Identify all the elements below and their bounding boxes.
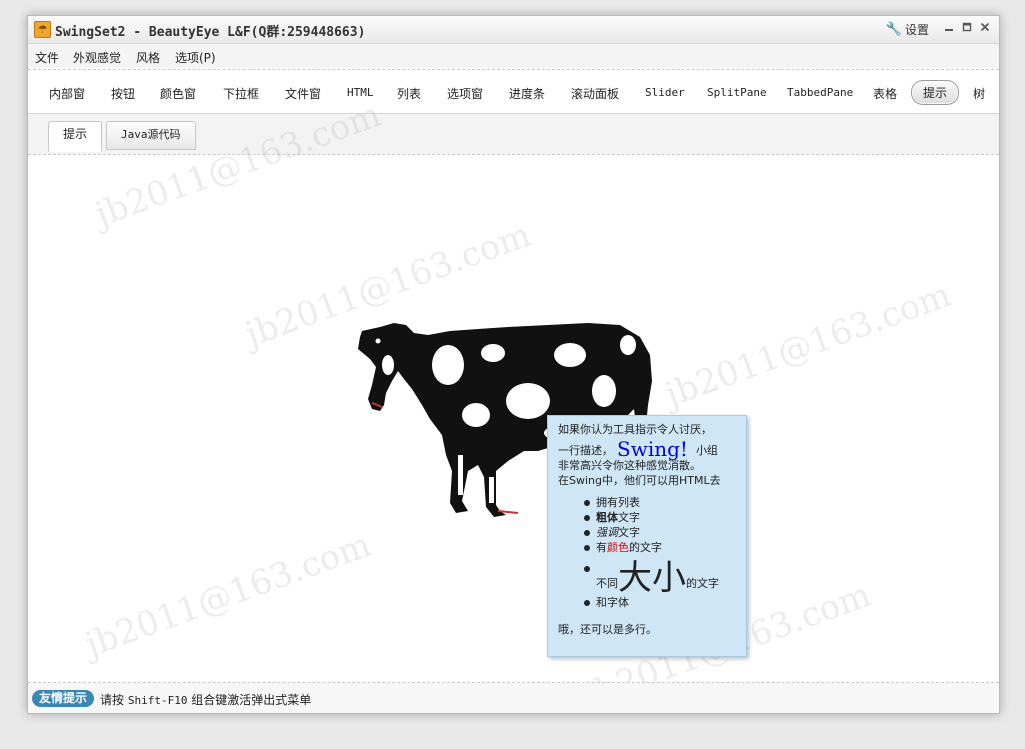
list-item: 不同大小的文字 <box>584 558 746 598</box>
tooltip-text: 一行描述， <box>558 444 613 457</box>
list-item: 强调文字 <box>584 525 746 540</box>
status-text-pre: 请按 <box>100 693 125 707</box>
menu-look-and-feel[interactable]: 外观感觉 <box>73 49 121 66</box>
colored-text: 颜色 <box>607 541 629 554</box>
watermark: jb2011@163.com <box>660 274 957 416</box>
minimize-icon[interactable] <box>941 20 957 36</box>
tooltip-text: 的文字 <box>686 577 719 590</box>
tab-internal-frame[interactable]: 内部窗 <box>49 85 85 102</box>
tab-file-chooser[interactable]: 文件窗 <box>285 85 321 102</box>
demo-content: jb2011@163.com jb2011@163.com jb2011@163… <box>28 95 999 713</box>
html-tooltip: 如果你认为工具指示令人讨厌， 一行描述， Swing! 小组 非常高兴令你这种感觉消… <box>547 415 747 657</box>
status-bar: 友情提示 请按 Shift-F10 组合键激活弹出式菜单 <box>28 683 999 713</box>
subtab-demo[interactable]: 提示 <box>48 121 103 152</box>
tooltip-text: 文字 <box>618 526 640 539</box>
tooltip-text: 小组 <box>695 444 718 457</box>
tab-option-pane[interactable]: 选项窗 <box>447 85 483 102</box>
menu-divider <box>28 69 999 70</box>
tooltip-text: 的文字 <box>629 541 662 554</box>
tab-tooltip[interactable]: 提示 <box>911 80 960 105</box>
tab-scroll-pane[interactable]: 滚动面板 <box>571 85 619 102</box>
big-text: 大小 <box>618 558 686 598</box>
tab-tabbed-pane[interactable]: TabbedPane <box>787 86 853 99</box>
hint-badge: 友情提示 <box>32 690 95 707</box>
tooltip-list: 拥有列表 粗体文字 强调文字 有颜色的文字 不同大小的文字 和字体 <box>584 495 746 610</box>
tab-list[interactable]: 列表 <box>397 85 421 102</box>
maximize-icon[interactable] <box>959 20 975 36</box>
menu-theme[interactable]: 风格 <box>136 49 160 66</box>
tab-color-chooser[interactable]: 颜色窗 <box>160 85 196 102</box>
tooltip-line: 如果你认为工具指示令人讨厌， <box>558 423 712 436</box>
tab-table[interactable]: 表格 <box>873 85 897 102</box>
emphasis-text: 强调 <box>596 526 618 539</box>
app-icon: ☂ <box>34 21 51 38</box>
list-item: 拥有列表 <box>584 495 746 510</box>
tab-progress-bar[interactable]: 进度条 <box>509 85 545 102</box>
tooltip-line: 一行描述， Swing! 小组 <box>558 439 746 459</box>
watermark: jb2011@163.com <box>80 524 377 666</box>
settings-button[interactable]: 🔧 设置 <box>886 21 929 38</box>
tab-combobox[interactable]: 下拉框 <box>223 85 259 102</box>
tooltip-line: 在Swing中，他们可以用HTML去 <box>558 474 721 487</box>
subtab-java-source[interactable]: Java源代码 <box>106 121 196 150</box>
window-title: SwingSet2 - BeautyEye L&F(Q群:259448663) <box>55 25 366 40</box>
list-item: 有颜色的文字 <box>584 540 746 555</box>
wrench-icon: 🔧 <box>885 22 902 37</box>
tab-slider[interactable]: Slider <box>645 86 685 99</box>
subtab-bar: 提示 Java源代码 <box>28 114 999 154</box>
tab-button[interactable]: 按钮 <box>111 85 135 102</box>
close-icon[interactable] <box>977 20 993 36</box>
tab-html[interactable]: HTML <box>347 86 374 99</box>
tooltip-footer: 哦，还可以是多行。 <box>558 623 657 636</box>
tab-tree[interactable]: 树 <box>973 85 985 102</box>
title-bar: ☂ SwingSet2 - BeautyEye L&F(Q群:259448663… <box>28 16 999 44</box>
status-text-post: 组合键激活弹出式菜单 <box>191 693 312 707</box>
demo-toolbar: 内部窗 按钮 颜色窗 下拉框 文件窗 HTML 列表 选项窗 进度条 滚动面板 … <box>28 78 999 108</box>
settings-label: 设置 <box>904 23 929 37</box>
menu-bar: 文件 外观感觉 风格 选项(P) <box>28 44 999 68</box>
tooltip-text: 有 <box>596 541 607 554</box>
status-shortcut: Shift-F10 <box>127 694 188 707</box>
tooltip-text: 不同 <box>596 577 618 590</box>
menu-options[interactable]: 选项(P) <box>175 49 216 66</box>
tooltip-line: 非常高兴令你这种感觉消散。 <box>558 459 701 472</box>
list-item: 粗体文字 <box>584 510 746 525</box>
list-item: 和字体 <box>584 595 746 610</box>
tooltip-text: 文字 <box>618 511 640 524</box>
bold-text: 粗体 <box>596 511 618 524</box>
tab-split-pane[interactable]: SplitPane <box>707 86 767 99</box>
status-text: 请按 Shift-F10 组合键激活弹出式菜单 <box>100 691 311 708</box>
menu-file[interactable]: 文件 <box>35 49 59 66</box>
app-window: ☂ SwingSet2 - BeautyEye L&F(Q群:259448663… <box>27 15 1000 714</box>
